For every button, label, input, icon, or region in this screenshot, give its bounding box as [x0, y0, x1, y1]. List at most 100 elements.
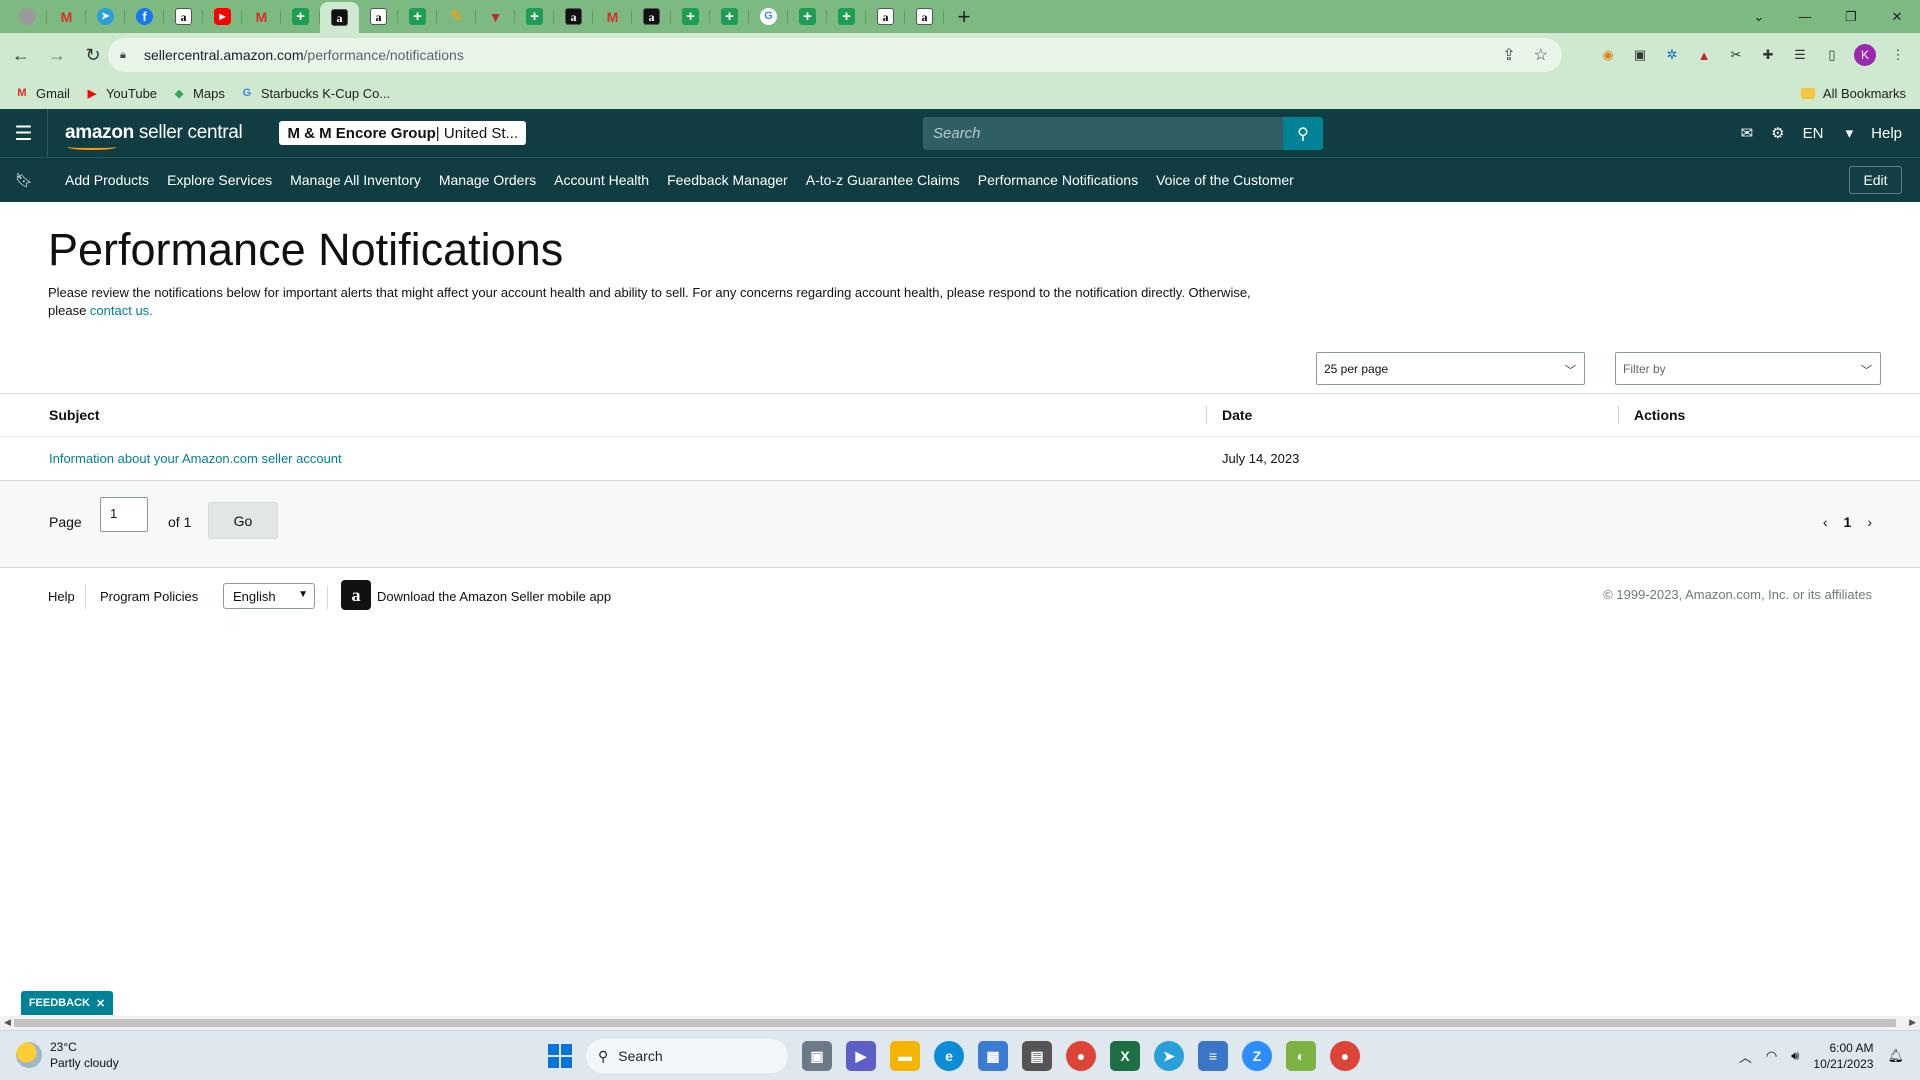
browser-tab[interactable]: ➤	[86, 0, 125, 33]
teams-icon[interactable]: ▶	[846, 1041, 876, 1071]
search-input[interactable]: Search	[933, 125, 981, 142]
chrome-icon[interactable]: ●	[1066, 1041, 1096, 1071]
tab-search-icon[interactable]: ⌄	[1736, 0, 1782, 33]
footer-language-select[interactable]: English ▼	[223, 583, 315, 609]
browser-tab[interactable]: ✎	[437, 0, 476, 33]
footer-program-policies-link[interactable]: Program Policies	[100, 589, 198, 604]
seller-central-logo[interactable]: amazon seller central	[65, 122, 243, 150]
nav-performance-notifications[interactable]: Performance Notifications	[978, 172, 1138, 188]
chevron-up-icon[interactable]: ︿	[1739, 1047, 1752, 1066]
volume-icon[interactable]: 🔊︎	[1791, 1048, 1799, 1064]
profile-avatar[interactable]: K	[1854, 44, 1876, 66]
close-window-button[interactable]: ✕	[1874, 0, 1920, 33]
browser-tab[interactable]: ▼	[476, 0, 515, 33]
horizontal-scrollbar[interactable]: ◀ ▶	[0, 1016, 1920, 1030]
browser-tab[interactable]: G	[749, 0, 788, 33]
bookmark-youtube[interactable]: ▶ YouTube	[84, 85, 157, 101]
language-selector[interactable]: EN ▾	[1803, 124, 1854, 143]
store-icon[interactable]: ▦	[978, 1041, 1008, 1071]
nav-account-health[interactable]: Account Health	[554, 172, 649, 188]
column-header-date[interactable]: Date	[1222, 407, 1252, 423]
browser-tab[interactable]	[8, 0, 47, 33]
page-number-input[interactable]: 1	[100, 497, 148, 532]
edge-icon[interactable]: e	[934, 1041, 964, 1071]
browser-tab[interactable]: +	[671, 0, 710, 33]
new-tab-button[interactable]: +	[948, 1, 980, 33]
gear-icon[interactable]: ⚙	[1771, 124, 1784, 142]
feedback-button[interactable]: FEEDBACK ✕	[21, 991, 113, 1015]
file-explorer-icon[interactable]: ▬	[890, 1041, 920, 1071]
go-button[interactable]: Go	[208, 502, 278, 539]
all-bookmarks[interactable]: All Bookmarks	[1800, 77, 1906, 109]
windows-start-icon[interactable]	[548, 1044, 572, 1068]
notification-bell-icon[interactable]: 🔔︎	[1887, 1048, 1904, 1064]
browser-tab[interactable]: ▶	[203, 0, 242, 33]
extension-icon[interactable]: ✲	[1662, 45, 1682, 65]
browser-tab[interactable]: +	[398, 0, 437, 33]
chrome-profile-icon[interactable]: ●	[1330, 1041, 1360, 1071]
nav-add-products[interactable]: Add Products	[65, 172, 149, 188]
edit-nav-button[interactable]: Edit	[1849, 166, 1902, 194]
browser-tab[interactable]: a	[359, 0, 398, 33]
puzzle-icon[interactable]: ✚	[1758, 45, 1778, 65]
extension-off-icon[interactable]: ▣	[1630, 45, 1650, 65]
scroll-left-icon[interactable]: ◀	[4, 1017, 11, 1028]
hamburger-menu-icon[interactable]: ☰	[0, 109, 48, 157]
weather-widget[interactable]: 23°C Partly cloudy	[16, 1039, 119, 1071]
zoom-icon[interactable]: Z	[1242, 1041, 1272, 1071]
browser-tab[interactable]: M	[47, 0, 86, 33]
scrollbar-thumb[interactable]	[14, 1019, 1896, 1027]
clock[interactable]: 6:00 AM 10/21/2023	[1813, 1040, 1873, 1072]
telegram-icon[interactable]: ➤	[1154, 1041, 1184, 1071]
side-panel-icon[interactable]: ▯	[1822, 45, 1842, 65]
reload-button[interactable]: ↻	[78, 40, 108, 70]
search-box[interactable]: Search	[923, 117, 1283, 150]
browser-tab[interactable]: a	[554, 0, 593, 33]
footer-help-link[interactable]: Help	[48, 589, 75, 604]
search-button[interactable]: ⚲	[1283, 117, 1323, 150]
help-link[interactable]: Help	[1871, 125, 1902, 142]
scroll-right-icon[interactable]: ▶	[1909, 1017, 1916, 1028]
store-selector[interactable]: M & M Encore Group | United St...	[279, 121, 527, 145]
bookmark-gmail[interactable]: M Gmail	[14, 85, 70, 101]
download-app-link[interactable]: Download the Amazon Seller mobile app	[377, 589, 611, 604]
task-view-icon[interactable]: ▣	[802, 1041, 832, 1071]
taskbar-search[interactable]: ⚲ Search	[586, 1039, 788, 1073]
media-icon[interactable]: ☰	[1790, 45, 1810, 65]
browser-tab[interactable]: a	[632, 0, 671, 33]
notification-subject-link[interactable]: Information about your Amazon.com seller…	[49, 451, 342, 466]
browser-tab[interactable]: +	[281, 0, 320, 33]
nav-manage-orders[interactable]: Manage Orders	[439, 172, 536, 188]
browser-tab[interactable]: M	[242, 0, 281, 33]
extension-icon[interactable]: ✂	[1726, 45, 1746, 65]
notepad-icon[interactable]: ≡	[1198, 1041, 1228, 1071]
extension-icon[interactable]: ◉	[1598, 45, 1618, 65]
chevron-right-icon[interactable]: ›	[1867, 514, 1872, 530]
column-header-subject[interactable]: Subject	[49, 407, 100, 423]
filter-select[interactable]: Filter by ﹀	[1615, 352, 1881, 385]
chevron-left-icon[interactable]: ‹	[1823, 514, 1828, 530]
bookmark-icon[interactable]: 🔖︎	[0, 172, 48, 189]
calculator-icon[interactable]: ▤	[1022, 1041, 1052, 1071]
address-bar[interactable]: 🔒︎ sellercentral.amazon.com/performance/…	[108, 38, 1562, 72]
bookmark-starbucks[interactable]: G Starbucks K-Cup Co...	[239, 85, 391, 101]
browser-tab[interactable]: a	[866, 0, 905, 33]
nav-explore-services[interactable]: Explore Services	[167, 172, 272, 188]
share-icon[interactable]: ⇪	[1502, 45, 1515, 65]
per-page-select[interactable]: 25 per page ﹀	[1316, 352, 1585, 385]
nav-manage-all-inventory[interactable]: Manage All Inventory	[290, 172, 421, 188]
extension-icon[interactable]: ▲	[1694, 45, 1714, 65]
android-icon[interactable]: ◐	[1286, 1041, 1316, 1071]
close-icon[interactable]: ✕	[96, 997, 105, 1010]
star-icon[interactable]: ☆	[1534, 45, 1548, 65]
browser-tab[interactable]: +	[827, 0, 866, 33]
browser-tab[interactable]: a	[905, 0, 944, 33]
nav-feedback-manager[interactable]: Feedback Manager	[667, 172, 788, 188]
browser-tab[interactable]: M	[593, 0, 632, 33]
site-info-icon[interactable]: 🔒︎	[120, 49, 134, 62]
browser-tab[interactable]: f	[125, 0, 164, 33]
forward-button[interactable]: →	[42, 40, 72, 70]
browser-tab[interactable]: +	[788, 0, 827, 33]
browser-tab-active[interactable]: a	[320, 2, 359, 33]
browser-tab[interactable]: +	[710, 0, 749, 33]
